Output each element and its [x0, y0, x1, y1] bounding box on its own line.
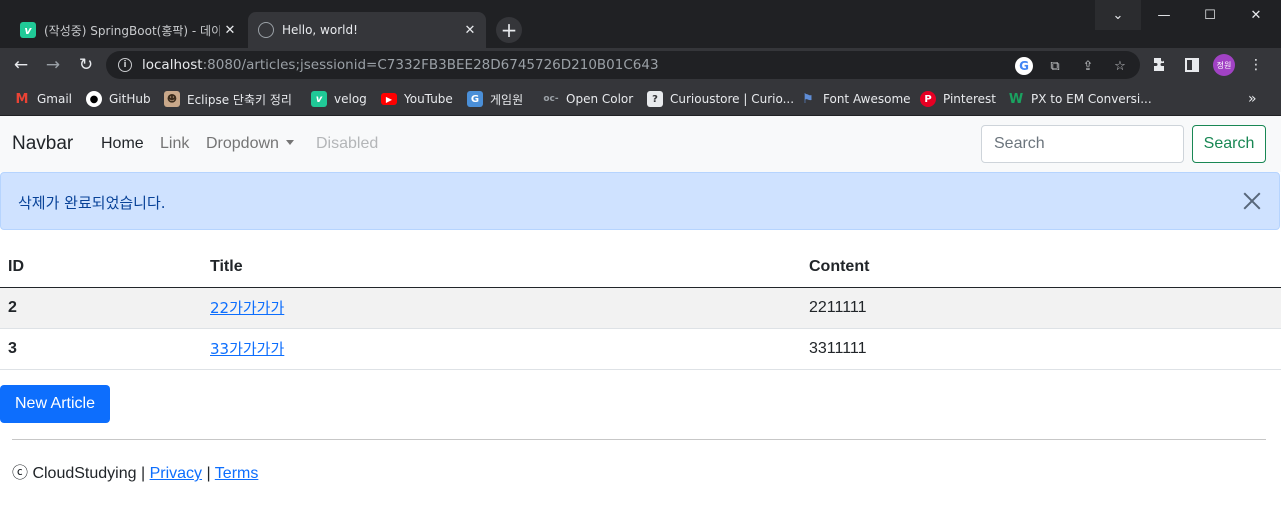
github-icon: ●	[86, 91, 102, 107]
forward-arrow-icon[interactable]: →	[40, 52, 66, 78]
address-bar[interactable]: i localhost:8080/articles;jsessionid=C73…	[106, 51, 1140, 79]
footer: ⓒ CloudStudying | Privacy | Terms	[12, 459, 258, 483]
bookmark-label: Curioustore | Curio...	[670, 92, 795, 106]
bookmark-label: velog	[334, 92, 367, 106]
bookmark-open-color[interactable]: oc- Open Color	[543, 89, 633, 109]
article-id: 2	[0, 287, 202, 329]
alert-message: 삭제가 완료되었습니다.	[18, 194, 166, 212]
bookmarks-overflow-icon[interactable]: »	[1248, 89, 1257, 109]
bookmark-velog[interactable]: v velog	[311, 89, 367, 109]
eclipse-icon: ☻	[164, 91, 180, 107]
bookmark-label: Gmail	[37, 92, 73, 106]
table-header-row: ID Title Content	[0, 247, 1281, 288]
url-host: localhost	[142, 57, 203, 73]
column-header-content: Content	[801, 247, 1281, 288]
bookmark-curioustore[interactable]: ? Curioustore | Curio...	[647, 89, 794, 109]
velog-icon: v	[20, 22, 36, 38]
tab-title: (작성중) SpringBoot(홍팍) - 데이	[44, 23, 220, 38]
column-header-title: Title	[202, 247, 801, 288]
nav-dropdown[interactable]: Dropdown	[206, 135, 294, 153]
game-icon: G	[467, 91, 483, 107]
bookmark-label: GitHub	[109, 92, 151, 106]
nav-dropdown-label: Dropdown	[206, 135, 279, 152]
gmail-icon: M	[15, 91, 29, 107]
bookmark-label: Open Color	[566, 92, 634, 106]
article-title-link[interactable]: 22가가가가	[210, 299, 284, 317]
caret-down-icon	[285, 140, 294, 146]
oc-icon: oc-	[543, 94, 559, 104]
nav-link[interactable]: Link	[160, 135, 189, 153]
bookmark-game[interactable]: G 게임원	[467, 89, 523, 109]
bookmark-youtube[interactable]: ▶ YouTube	[381, 89, 453, 109]
bookmarks-bar: M Gmail ● GitHub ☻ Eclipse 단축키 정리 v velo…	[0, 82, 1281, 116]
flag-icon: ⚑	[802, 91, 814, 107]
footer-divider	[12, 439, 1266, 440]
bookmark-label: Eclipse 단축키 정리	[187, 92, 292, 107]
nav-disabled: Disabled	[316, 135, 379, 152]
site-info-icon[interactable]: i	[118, 58, 132, 72]
articles-table: ID Title Content 2 22가가가가 2211111 3 33가가…	[0, 247, 1281, 370]
globe-icon	[258, 22, 274, 38]
bookmark-github[interactable]: ● GitHub	[86, 89, 151, 109]
translate-icon[interactable]: ⧉	[1046, 57, 1064, 75]
tab-title: Hello, world!	[282, 23, 358, 37]
close-icon[interactable]	[1241, 190, 1263, 212]
bookmark-label: Pinterest	[943, 92, 997, 106]
menu-kebab-icon[interactable]: ⋮	[1246, 55, 1266, 75]
side-panel-icon[interactable]	[1182, 55, 1202, 75]
terms-link[interactable]: Terms	[215, 465, 259, 482]
maximize-icon[interactable]: ☐	[1187, 0, 1233, 30]
browser-tab-velog[interactable]: v (작성중) SpringBoot(홍팍) - 데이 ✕	[10, 12, 246, 48]
privacy-link[interactable]: Privacy	[150, 465, 202, 482]
article-id: 3	[0, 328, 202, 370]
footer-separator: |	[202, 465, 215, 482]
w-icon: W	[1008, 91, 1024, 107]
table-row: 3 33가가가가 3311111	[0, 328, 1281, 370]
search-input[interactable]	[981, 125, 1184, 163]
url-path: :8080/articles;jsessionid=C7332FB3BEE28D…	[202, 57, 659, 73]
navbar-brand[interactable]: Navbar	[12, 133, 73, 155]
browser-tab-strip: v (작성중) SpringBoot(홍팍) - 데이 ✕ Hello, wor…	[0, 0, 1281, 48]
browser-tab-active[interactable]: Hello, world! ✕	[248, 12, 486, 48]
web-page: Navbar Home Link Dropdown Disabled Searc…	[0, 116, 1281, 526]
bookmark-label: 게임원	[490, 92, 524, 107]
google-icon[interactable]: G	[1015, 57, 1033, 75]
bookmark-gmail[interactable]: M Gmail	[14, 89, 72, 109]
velog-icon: v	[311, 91, 327, 107]
bookmark-eclipse[interactable]: ☻ Eclipse 단축키 정리	[164, 89, 292, 109]
tab-close-icon[interactable]: ✕	[460, 23, 480, 38]
column-header-id: ID	[0, 247, 202, 288]
window-close-icon[interactable]: ✕	[1233, 0, 1279, 30]
bookmark-px-to-em[interactable]: W PX to EM Conversi...	[1008, 89, 1152, 109]
extensions-icon[interactable]	[1150, 55, 1170, 75]
bookmark-label: Font Awesome	[823, 92, 911, 106]
bookmark-label: YouTube	[404, 92, 453, 106]
new-article-button[interactable]: New Article	[0, 385, 110, 423]
table-row: 2 22가가가가 2211111	[0, 287, 1281, 329]
bookmark-pinterest[interactable]: P Pinterest	[920, 89, 996, 109]
share-icon[interactable]: ⇪	[1079, 57, 1097, 75]
pinterest-icon: P	[920, 91, 936, 107]
bookmark-label: PX to EM Conversi...	[1031, 92, 1152, 106]
success-alert: 삭제가 완료되었습니다.	[0, 172, 1280, 230]
profile-avatar[interactable]: 정원	[1213, 54, 1235, 76]
reload-icon[interactable]: ↻	[73, 52, 99, 78]
bookmark-star-icon[interactable]: ☆	[1111, 57, 1129, 75]
footer-copyright: ⓒ CloudStudying |	[12, 465, 150, 482]
back-arrow-icon[interactable]: ←	[8, 52, 34, 78]
browser-toolbar: ← → ↻ i localhost:8080/articles;jsession…	[0, 48, 1281, 82]
youtube-icon: ▶	[381, 93, 397, 105]
search-button[interactable]: Search	[1192, 125, 1266, 163]
question-icon: ?	[647, 91, 663, 107]
new-tab-button[interactable]: +	[496, 17, 522, 43]
article-content: 3311111	[801, 328, 1281, 370]
bookmark-font-awesome[interactable]: ⚑ Font Awesome	[800, 89, 911, 109]
tab-search-icon[interactable]: ⌄	[1095, 0, 1141, 30]
article-content: 2211111	[801, 287, 1281, 329]
article-title-link[interactable]: 33가가가가	[210, 340, 284, 358]
minimize-icon[interactable]: —	[1141, 0, 1187, 30]
nav-home[interactable]: Home	[101, 135, 144, 153]
tab-close-icon[interactable]: ✕	[220, 23, 240, 38]
navbar: Navbar Home Link Dropdown Disabled Searc…	[0, 116, 1281, 172]
